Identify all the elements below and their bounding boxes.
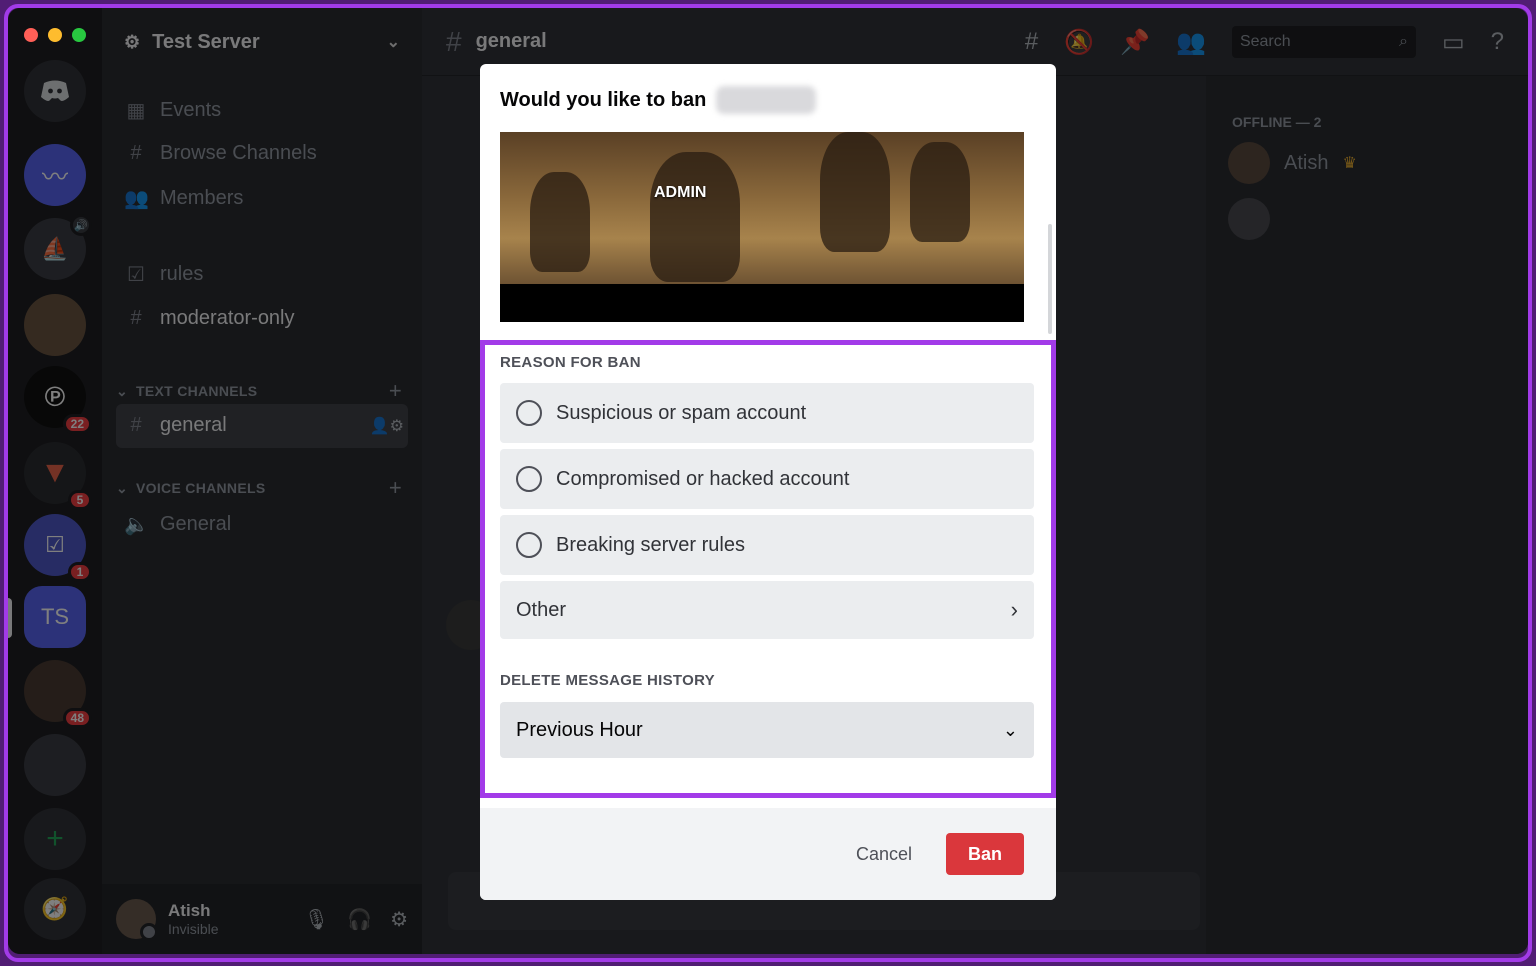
window-controls: [24, 28, 86, 42]
chevron-right-icon: ›: [1010, 597, 1018, 622]
reason-option-rules[interactable]: Breaking server rules: [500, 515, 1034, 575]
modal-title: Would you like to ban: [500, 86, 817, 114]
message-history-select[interactable]: Previous Hour ⌄: [500, 702, 1034, 758]
option-label: Compromised or hacked account: [556, 467, 850, 490]
modal-footer: Cancel Ban: [480, 808, 1056, 900]
option-label: Breaking server rules: [556, 533, 745, 556]
reason-option-spam[interactable]: Suspicious or spam account: [500, 383, 1034, 443]
gif-caption: ADMIN: [654, 184, 707, 201]
minimize-window-button[interactable]: [48, 28, 62, 42]
modal-title-text: Would you like to ban: [500, 88, 707, 111]
close-window-button[interactable]: [24, 28, 38, 42]
chevron-down-icon: ⌄: [1002, 719, 1018, 740]
reason-label: REASON FOR BAN: [500, 354, 641, 371]
ban-modal: Would you like to ban ADMIN REASON FOR B…: [480, 64, 1056, 900]
modal-scrollbar[interactable]: [1048, 224, 1052, 334]
option-label: Other: [516, 598, 567, 621]
ban-button[interactable]: Ban: [946, 833, 1024, 875]
select-value: Previous Hour: [516, 718, 643, 741]
cancel-button[interactable]: Cancel: [856, 844, 912, 865]
reason-option-other[interactable]: Other ›: [500, 581, 1034, 639]
option-label: Suspicious or spam account: [556, 401, 807, 424]
blurred-username: [716, 86, 817, 114]
history-label: DELETE MESSAGE HISTORY: [500, 672, 715, 689]
maximize-window-button[interactable]: [72, 28, 86, 42]
radio-icon[interactable]: [516, 466, 542, 492]
radio-icon[interactable]: [516, 400, 542, 426]
ban-gif: ADMIN: [500, 132, 1024, 322]
gif-image: [500, 132, 1024, 284]
radio-icon[interactable]: [516, 532, 542, 558]
reason-option-compromised[interactable]: Compromised or hacked account: [500, 449, 1034, 509]
